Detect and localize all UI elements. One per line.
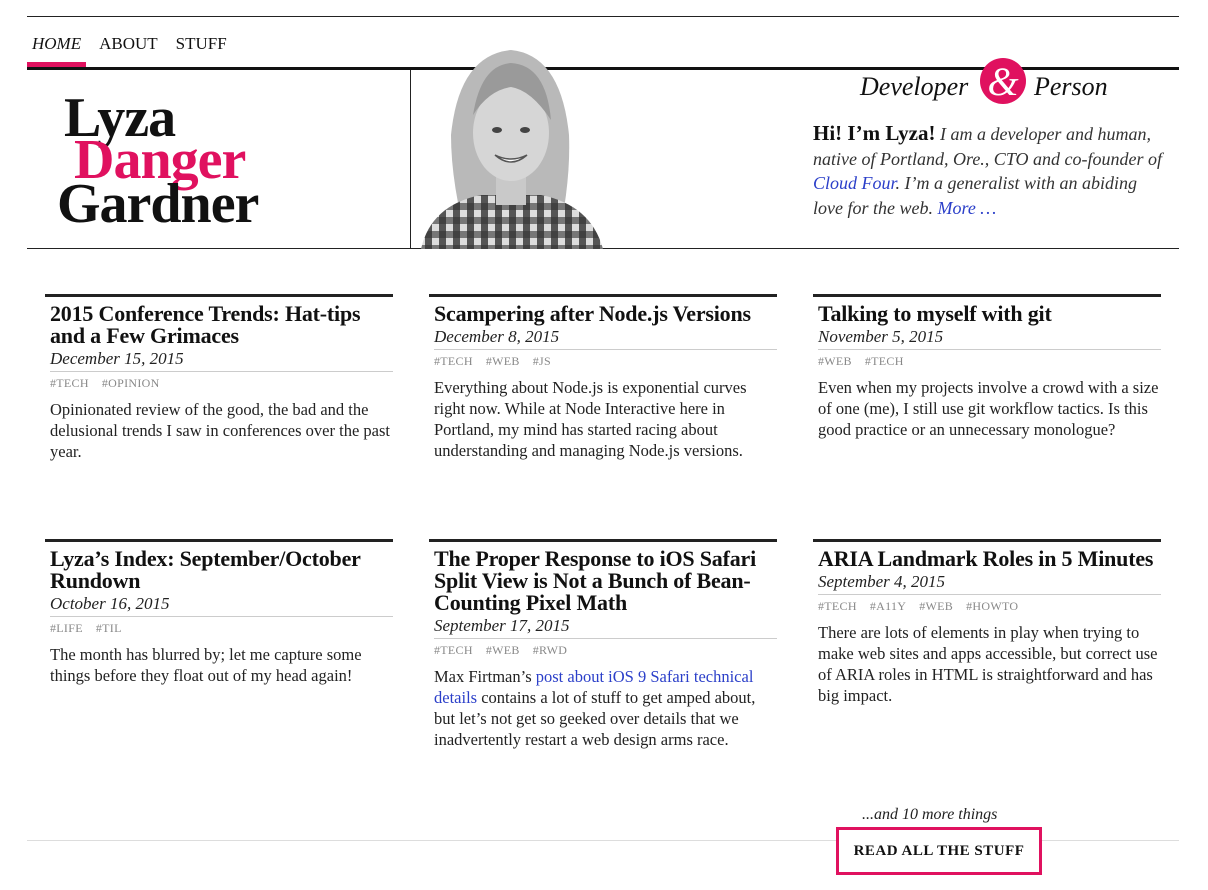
post-title[interactable]: Lyza’s Index: September/October Rundown [50,548,393,592]
post-card: 2015 Conference Trends: Hat-tips and a F… [45,294,393,462]
tag-link[interactable]: #TECH [434,643,473,657]
ampersand-badge: & [980,58,1026,104]
post-date: December 15, 2015 [50,349,393,372]
post-excerpt: The month has blurred by; let me capture… [50,645,362,685]
cloud-four-link[interactable]: Cloud Four [813,173,896,193]
read-all-button[interactable]: READ ALL THE STUFF [836,827,1042,875]
post-date: October 16, 2015 [50,594,393,617]
more-link[interactable]: More … [937,198,996,218]
post-title[interactable]: The Proper Response to iOS Safari Split … [434,548,777,614]
site-logo[interactable]: Lyza Danger Gardner [27,70,411,248]
post-tags: #WEB #TECH [818,354,1161,369]
post-tags: #LIFE #TIL [50,621,393,636]
post-excerpt: Even when my projects involve a crowd wi… [818,378,1159,439]
nav-stuff[interactable]: STUFF [171,34,232,68]
nav-home[interactable]: HOME [27,34,87,68]
tagline-developer: Developer [860,72,969,101]
top-rule [27,16,1179,17]
tagline-person: Person [1034,72,1108,101]
tag-link[interactable]: #RWD [533,643,568,657]
post-title[interactable]: Talking to myself with git [818,303,1161,325]
post-excerpt: Everything about Node.js is exponential … [434,378,747,460]
tag-link[interactable]: #TIL [96,621,122,635]
post-card: The Proper Response to iOS Safari Split … [429,539,777,750]
tag-link[interactable]: #TECH [50,376,89,390]
logo-last-name: Gardner [57,173,259,235]
more-count-text: ...and 10 more things [862,806,998,823]
excerpt-text: Max Firtman’s [434,667,536,686]
tag-link[interactable]: #LIFE [50,621,83,635]
tag-link[interactable]: #JS [533,354,551,368]
main-nav: HOME ABOUT STUFF [27,34,240,68]
tag-link[interactable]: #TECH [865,354,904,368]
post-card: Talking to myself with git November 5, 2… [813,294,1161,440]
nav-about[interactable]: ABOUT [94,34,163,68]
post-title[interactable]: 2015 Conference Trends: Hat-tips and a F… [50,303,393,347]
tag-link[interactable]: #WEB [818,354,852,368]
tag-link[interactable]: #TECH [818,599,857,613]
excerpt-text: contains a lot of stuff to get amped abo… [434,688,756,749]
post-tags: #TECH #OPINION [50,376,393,391]
post-excerpt: Max Firtman’s post about iOS 9 Safari te… [434,666,777,750]
post-excerpt: There are lots of elements in play when … [818,623,1158,705]
post-date: September 17, 2015 [434,616,777,639]
post-tags: #TECH #WEB #RWD [434,643,777,658]
post-tags: #TECH #A11Y #WEB #HOWTO [818,599,1161,614]
post-card: ARIA Landmark Roles in 5 Minutes Septemb… [813,539,1161,706]
post-tags: #TECH #WEB #JS [434,354,777,369]
post-excerpt: Opinionated review of the good, the bad … [50,400,390,461]
tag-link[interactable]: #WEB [919,599,953,613]
post-card: Scampering after Node.js Versions Decemb… [429,294,777,461]
intro-paragraph: Hi! I’m Lyza! I am a developer and human… [813,121,1163,220]
tag-link[interactable]: #TECH [434,354,473,368]
post-date: December 8, 2015 [434,327,777,350]
tag-link[interactable]: #WEB [486,643,520,657]
profile-photo [411,35,607,249]
site-header: Lyza Danger Gardner Developer & Person H… [27,50,1179,249]
tag-link[interactable]: #OPINION [102,376,160,390]
tagline: Developer & Person [860,58,1120,110]
post-title[interactable]: Scampering after Node.js Versions [434,303,777,325]
post-date: November 5, 2015 [818,327,1161,350]
post-date: September 4, 2015 [818,572,1161,595]
post-title[interactable]: ARIA Landmark Roles in 5 Minutes [818,548,1161,570]
tag-link[interactable]: #A11Y [870,599,906,613]
tag-link[interactable]: #HOWTO [966,599,1018,613]
post-card: Lyza’s Index: September/October Rundown … [45,539,393,686]
tag-link[interactable]: #WEB [486,354,520,368]
intro-greeting: Hi! I’m Lyza! [813,121,936,145]
